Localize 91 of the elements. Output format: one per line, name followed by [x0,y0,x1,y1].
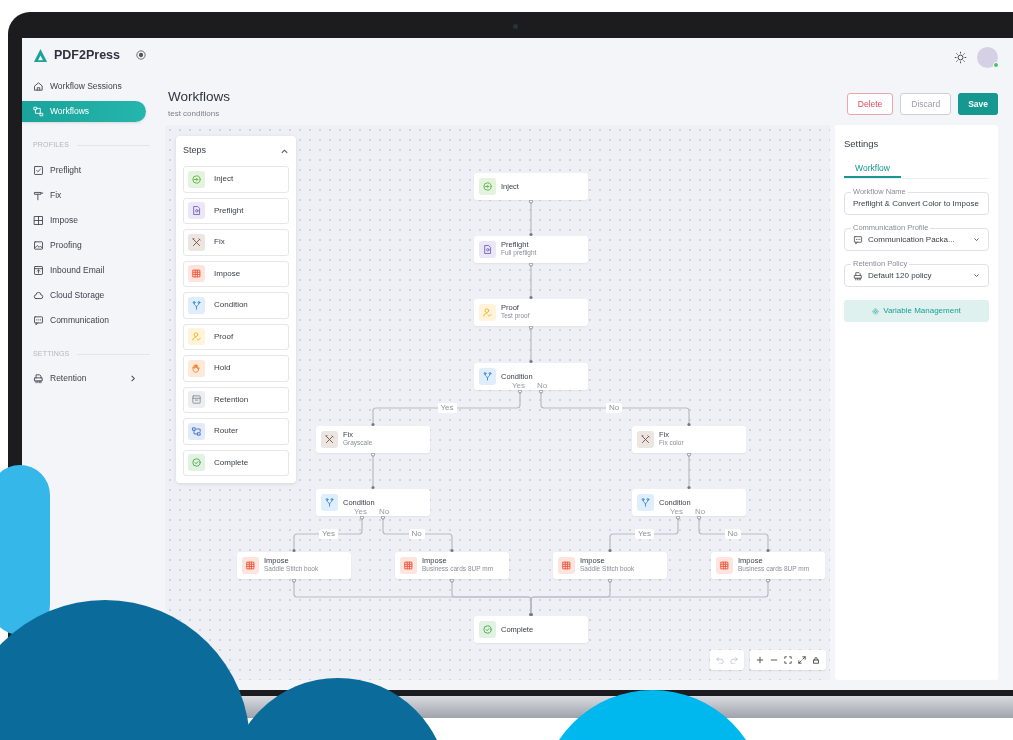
edge-label: No [606,403,623,413]
document-icon [188,202,205,220]
connector-line [292,515,364,553]
step-item[interactable]: Complete [183,449,289,476]
cloud-icon [33,290,44,301]
connector-line [529,325,533,364]
grid-icon [400,557,417,574]
archive-icon [188,391,205,409]
logo-icon [33,47,48,63]
connector-line [608,515,680,553]
nav-item[interactable]: Retention [22,366,160,391]
nav-item[interactable]: Communication [22,308,160,333]
step-item[interactable]: Proof [183,323,289,350]
enter-icon [188,170,205,188]
page-subtitle: test conditions [168,108,221,120]
step-item[interactable]: Fix [183,229,289,256]
nav-item[interactable]: Cloud Storage [22,283,160,308]
zoom-in-icon[interactable] [756,656,764,664]
edge-label: Yes [437,403,457,413]
grid-icon [242,557,259,574]
grid-icon [716,557,733,574]
port-label: No [379,507,390,516]
chevron-down-icon [973,236,980,244]
port-label: No [695,507,706,516]
edge-label: No [408,529,425,539]
person-check-icon [479,304,496,321]
page-title: Workflows [168,89,230,105]
edge-label: Yes [635,529,655,539]
step-item[interactable]: Inject [183,166,289,193]
action-button[interactable]: Save [958,93,998,115]
edge-label: Yes [319,529,339,539]
tools-icon [188,233,205,251]
port-label: No [537,381,548,390]
workflow-icon [33,105,44,117]
nav-item[interactable]: Impose [22,208,160,233]
branch-icon [188,296,205,314]
tools-icon [321,431,338,448]
printer-icon [33,373,44,384]
branch-icon [637,494,654,511]
person-check-icon [188,328,205,346]
router-icon [188,422,205,440]
step-item[interactable]: Impose [183,260,289,287]
chevron-up-icon[interactable] [280,146,289,156]
chevron-down-icon [973,272,980,280]
step-item[interactable]: Retention [183,386,289,413]
home-icon [33,80,44,92]
enter-icon [479,178,496,195]
inbox-icon [33,265,44,276]
panel-title: Settings [844,137,880,151]
step-item[interactable]: Condition [183,292,289,319]
nav-item[interactable]: Workflow Sessions [22,75,146,97]
chat-icon [853,234,863,245]
nav-item[interactable]: Fix [22,183,160,208]
connector-line [687,452,691,490]
grid-icon [188,265,205,283]
step-item[interactable]: Hold [183,355,289,382]
grid-icon [558,557,575,574]
panel-title: Steps [183,144,206,158]
connector-line [371,452,375,490]
tools-icon [637,431,654,448]
app-name: PDF2Press [54,46,120,64]
step-item[interactable]: Preflight [183,197,289,224]
image-icon [33,240,44,251]
fit-view-icon[interactable] [784,656,792,664]
branch-icon [479,368,496,385]
branch-icon [321,494,338,511]
connector-line [529,199,533,237]
document-icon [479,241,496,258]
step-item[interactable]: Router [183,418,289,445]
lock-icon[interactable] [812,656,820,664]
port-label: Yes [511,381,525,390]
port-label: Yes [669,507,683,516]
expand-icon[interactable] [798,656,806,664]
tab[interactable]: Workflow [844,160,901,179]
edge-label: No [724,529,741,539]
hand-icon [188,359,205,377]
theme-toggle-icon[interactable] [954,50,967,64]
printer-icon [853,270,863,281]
connector-line [529,262,533,300]
zoom-out-icon[interactable] [770,656,778,664]
record-icon[interactable] [136,50,146,60]
nav-item[interactable]: Proofing [22,233,160,258]
nav-item[interactable]: Inbound Email [22,258,160,283]
grid-icon [33,215,44,226]
hammer-icon [33,190,44,201]
settings-icon [872,307,880,315]
port-label: Yes [353,507,367,516]
chat-icon [33,315,44,326]
action-button[interactable]: Delete [846,93,894,115]
nav-item[interactable]: Preflight [22,158,160,183]
checkbox-icon [33,165,44,176]
